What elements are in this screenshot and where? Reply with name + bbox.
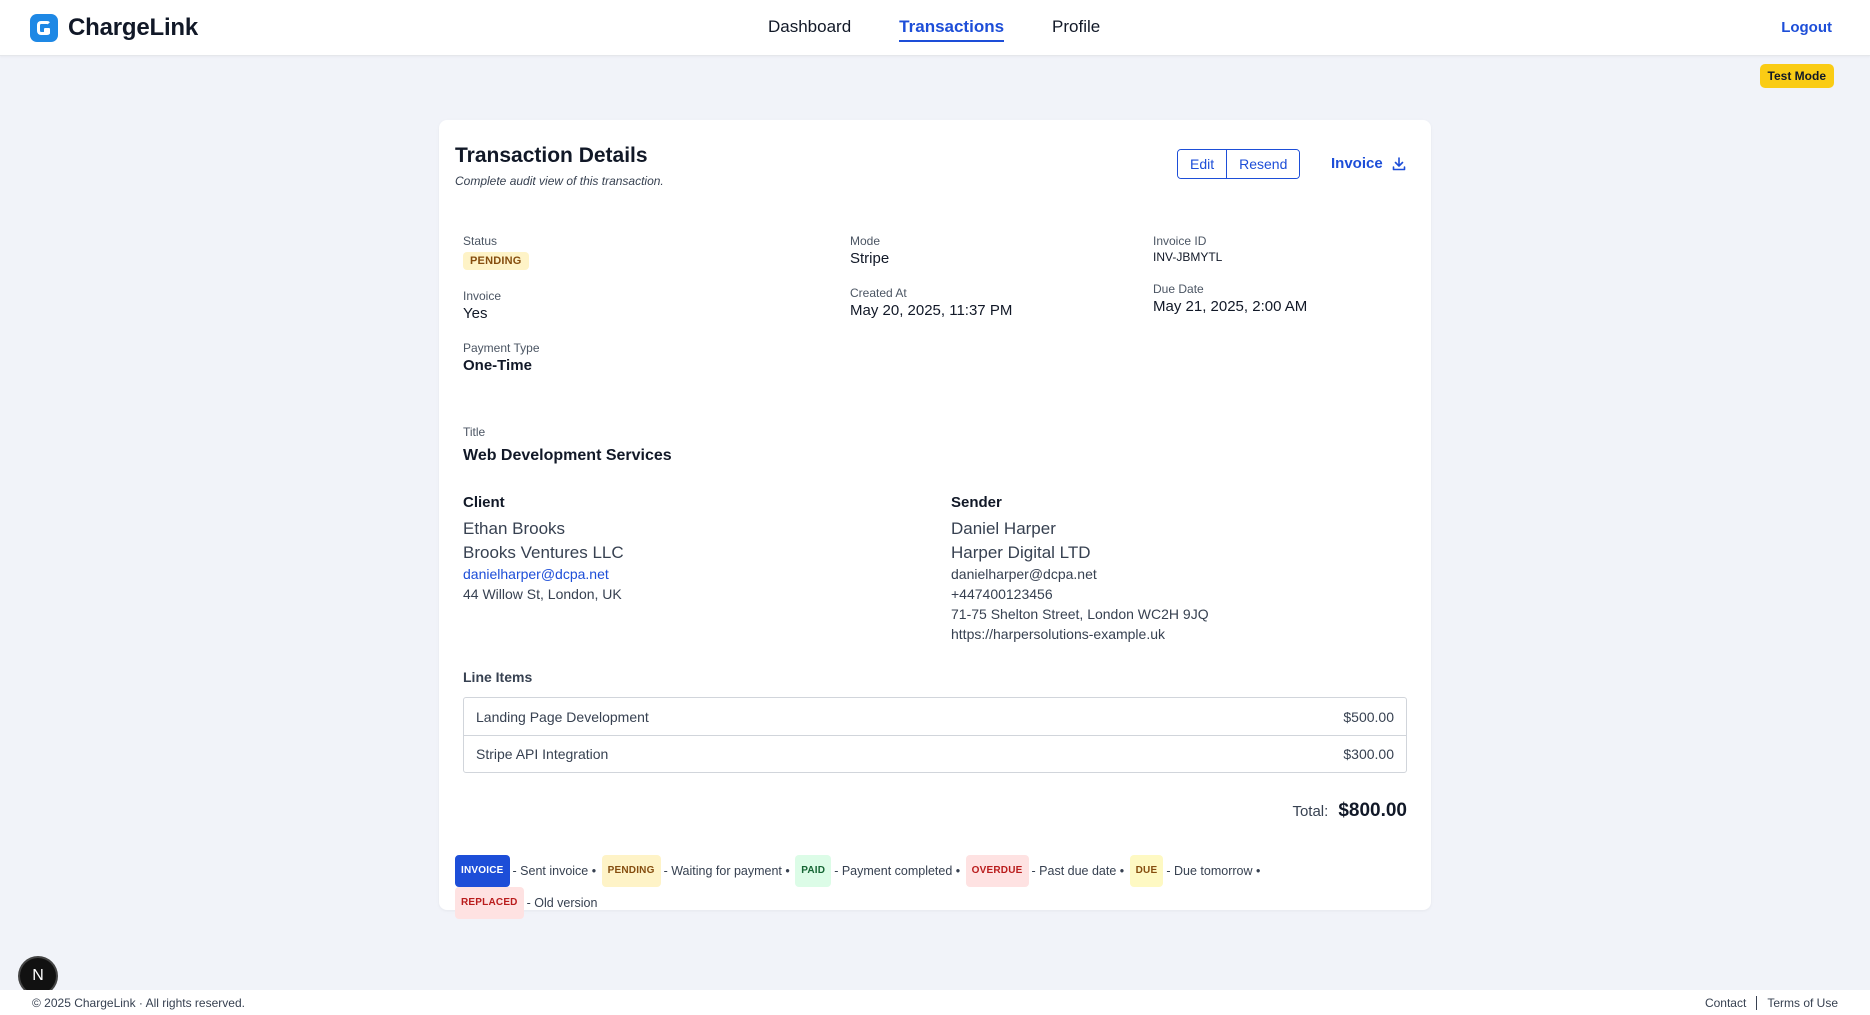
test-mode-badge: Test Mode <box>1759 64 1834 88</box>
sender-heading: Sender <box>951 494 1002 511</box>
status-legend: INVOICE - Sent invoice • PENDING - Waiti… <box>455 855 1355 919</box>
legend-text-due: - Due tomorrow • <box>1166 864 1261 878</box>
due-date-value: May 21, 2025, 2:00 AM <box>1153 298 1308 315</box>
legend-badge-due: DUE <box>1129 855 1164 887</box>
sender-phone: +447400123456 <box>951 586 1053 602</box>
client-heading: Client <box>463 494 505 511</box>
nav-link-transactions[interactable]: Transactions <box>899 17 1005 42</box>
footer-terms-link[interactable]: Terms of Use <box>1767 996 1838 1010</box>
legend-text-invoice: - Sent invoice • <box>512 864 597 878</box>
nav-links: Dashboard Transactions Profile <box>768 17 1100 42</box>
client-company: Brooks Ventures LLC <box>463 543 624 562</box>
status-label: Status <box>463 234 498 248</box>
legend-text-paid: - Payment completed • <box>834 864 961 878</box>
sender-company: Harper Digital LTD <box>951 543 1091 562</box>
total-row: Total: $800.00 <box>1292 800 1407 822</box>
dev-tools-button[interactable]: N <box>20 958 56 994</box>
sender-website: https://harpersolutions-example.uk <box>951 626 1165 642</box>
payment-type-label: Payment Type <box>463 341 540 355</box>
client-name: Ethan Brooks <box>463 519 566 538</box>
line-item-name: Stripe API Integration <box>476 746 609 762</box>
sender-email: danielharper@dcpa.net <box>951 566 1097 582</box>
page-subtitle: Complete audit view of this transaction. <box>455 174 664 188</box>
sender-address: 71-75 Shelton Street, London WC2H 9JQ <box>951 606 1209 622</box>
status-badge: PENDING <box>463 252 529 270</box>
legend-badge-pending: PENDING <box>601 855 661 887</box>
invoice-id-label: Invoice ID <box>1153 234 1207 248</box>
action-button-group: Edit Resend <box>1177 149 1301 179</box>
title-value: Web Development Services <box>463 447 672 464</box>
line-items-table: Landing Page Development $500.00 Stripe … <box>463 697 1407 773</box>
line-item-amount: $500.00 <box>1343 708 1394 725</box>
legend-badge-paid: PAID <box>795 855 832 887</box>
line-item-amount: $300.00 <box>1343 746 1394 762</box>
total-label: Total: <box>1292 803 1329 820</box>
logout-link[interactable]: Logout <box>1781 19 1832 36</box>
legend-text-pending: - Waiting for payment • <box>663 864 790 878</box>
payment-type-value: One-Time <box>463 357 532 374</box>
transaction-details-card: Transaction Details Complete audit view … <box>439 120 1431 919</box>
due-date-label: Due Date <box>1153 282 1204 296</box>
brand-name: ChargeLink <box>68 14 199 41</box>
resend-button[interactable]: Resend <box>1226 150 1300 178</box>
line-item-name: Landing Page Development <box>476 708 649 725</box>
download-icon <box>1392 156 1405 170</box>
footer-copyright: © 2025 ChargeLink · All rights reserved. <box>32 996 245 1010</box>
brand[interactable]: ChargeLink <box>30 14 198 42</box>
edit-button[interactable]: Edit <box>1178 150 1227 178</box>
created-at-label: Created At <box>850 286 907 300</box>
legend-badge-invoice: INVOICE <box>455 855 510 887</box>
page-title: Transaction Details <box>455 144 648 167</box>
mode-value: Stripe <box>850 250 890 267</box>
footer-divider <box>1756 996 1758 1010</box>
status-value: PENDING <box>463 251 529 270</box>
footer: © 2025 ChargeLink · All rights reserved.… <box>0 990 1870 1015</box>
nav-link-profile[interactable]: Profile <box>1052 17 1100 42</box>
client-address: 44 Willow St, London, UK <box>463 586 622 602</box>
legend-item-due: DUE - Due tomorrow • <box>1129 855 1261 887</box>
invoice-download-link[interactable]: Invoice <box>1331 155 1407 172</box>
line-item-row: Stripe API Integration $300.00 <box>464 735 1406 772</box>
legend-item-paid: PAID - Payment completed • <box>795 855 960 887</box>
invoice-download-label: Invoice <box>1331 155 1383 172</box>
legend-text-replaced: - Old version <box>526 896 598 910</box>
invoice-label: Invoice <box>463 289 502 303</box>
total-value: $800.00 <box>1338 800 1407 821</box>
chargelink-logo-icon <box>30 14 58 42</box>
legend-item-invoice: INVOICE - Sent invoice • <box>455 855 596 887</box>
title-label: Title <box>463 425 486 439</box>
footer-contact-link[interactable]: Contact <box>1705 996 1746 1010</box>
line-item-row: Landing Page Development $500.00 <box>464 698 1406 735</box>
legend-badge-overdue: OVERDUE <box>965 855 1029 887</box>
client-email-link[interactable]: danielharper@dcpa.net <box>463 566 609 582</box>
legend-item-pending: PENDING - Waiting for payment • <box>601 855 790 887</box>
created-at-value: May 20, 2025, 11:37 PM <box>850 302 1013 319</box>
top-navbar: ChargeLink Dashboard Transactions Profil… <box>0 0 1870 56</box>
legend-item-overdue: OVERDUE - Past due date • <box>965 855 1125 887</box>
legend-item-replaced: REPLACED - Old version <box>455 887 597 919</box>
legend-badge-replaced: REPLACED <box>455 887 524 919</box>
nav-link-dashboard[interactable]: Dashboard <box>768 17 851 42</box>
line-items-heading: Line Items <box>463 669 533 685</box>
invoice-id-value: INV-JBMYTL <box>1153 250 1223 264</box>
mode-label: Mode <box>850 234 881 248</box>
legend-text-overdue: - Past due date • <box>1031 864 1125 878</box>
footer-links: Contact Terms of Use <box>1705 996 1838 1010</box>
sender-name: Daniel Harper <box>951 519 1056 538</box>
invoice-value: Yes <box>463 305 488 322</box>
